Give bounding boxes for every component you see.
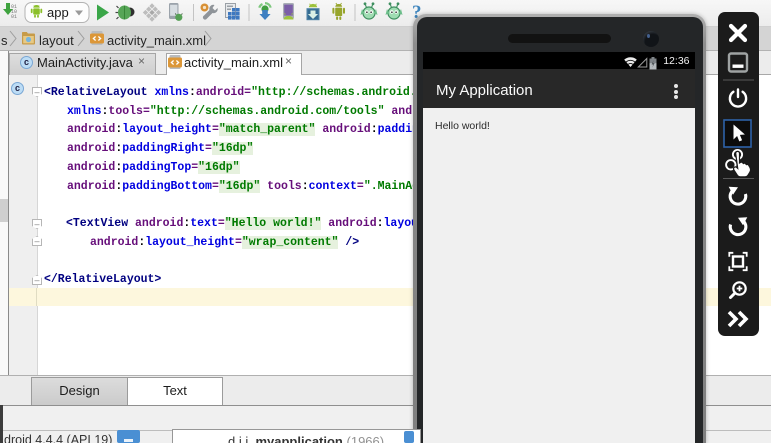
svg-text:app: app — [47, 5, 69, 20]
svg-text:01: 01 — [11, 14, 17, 20]
